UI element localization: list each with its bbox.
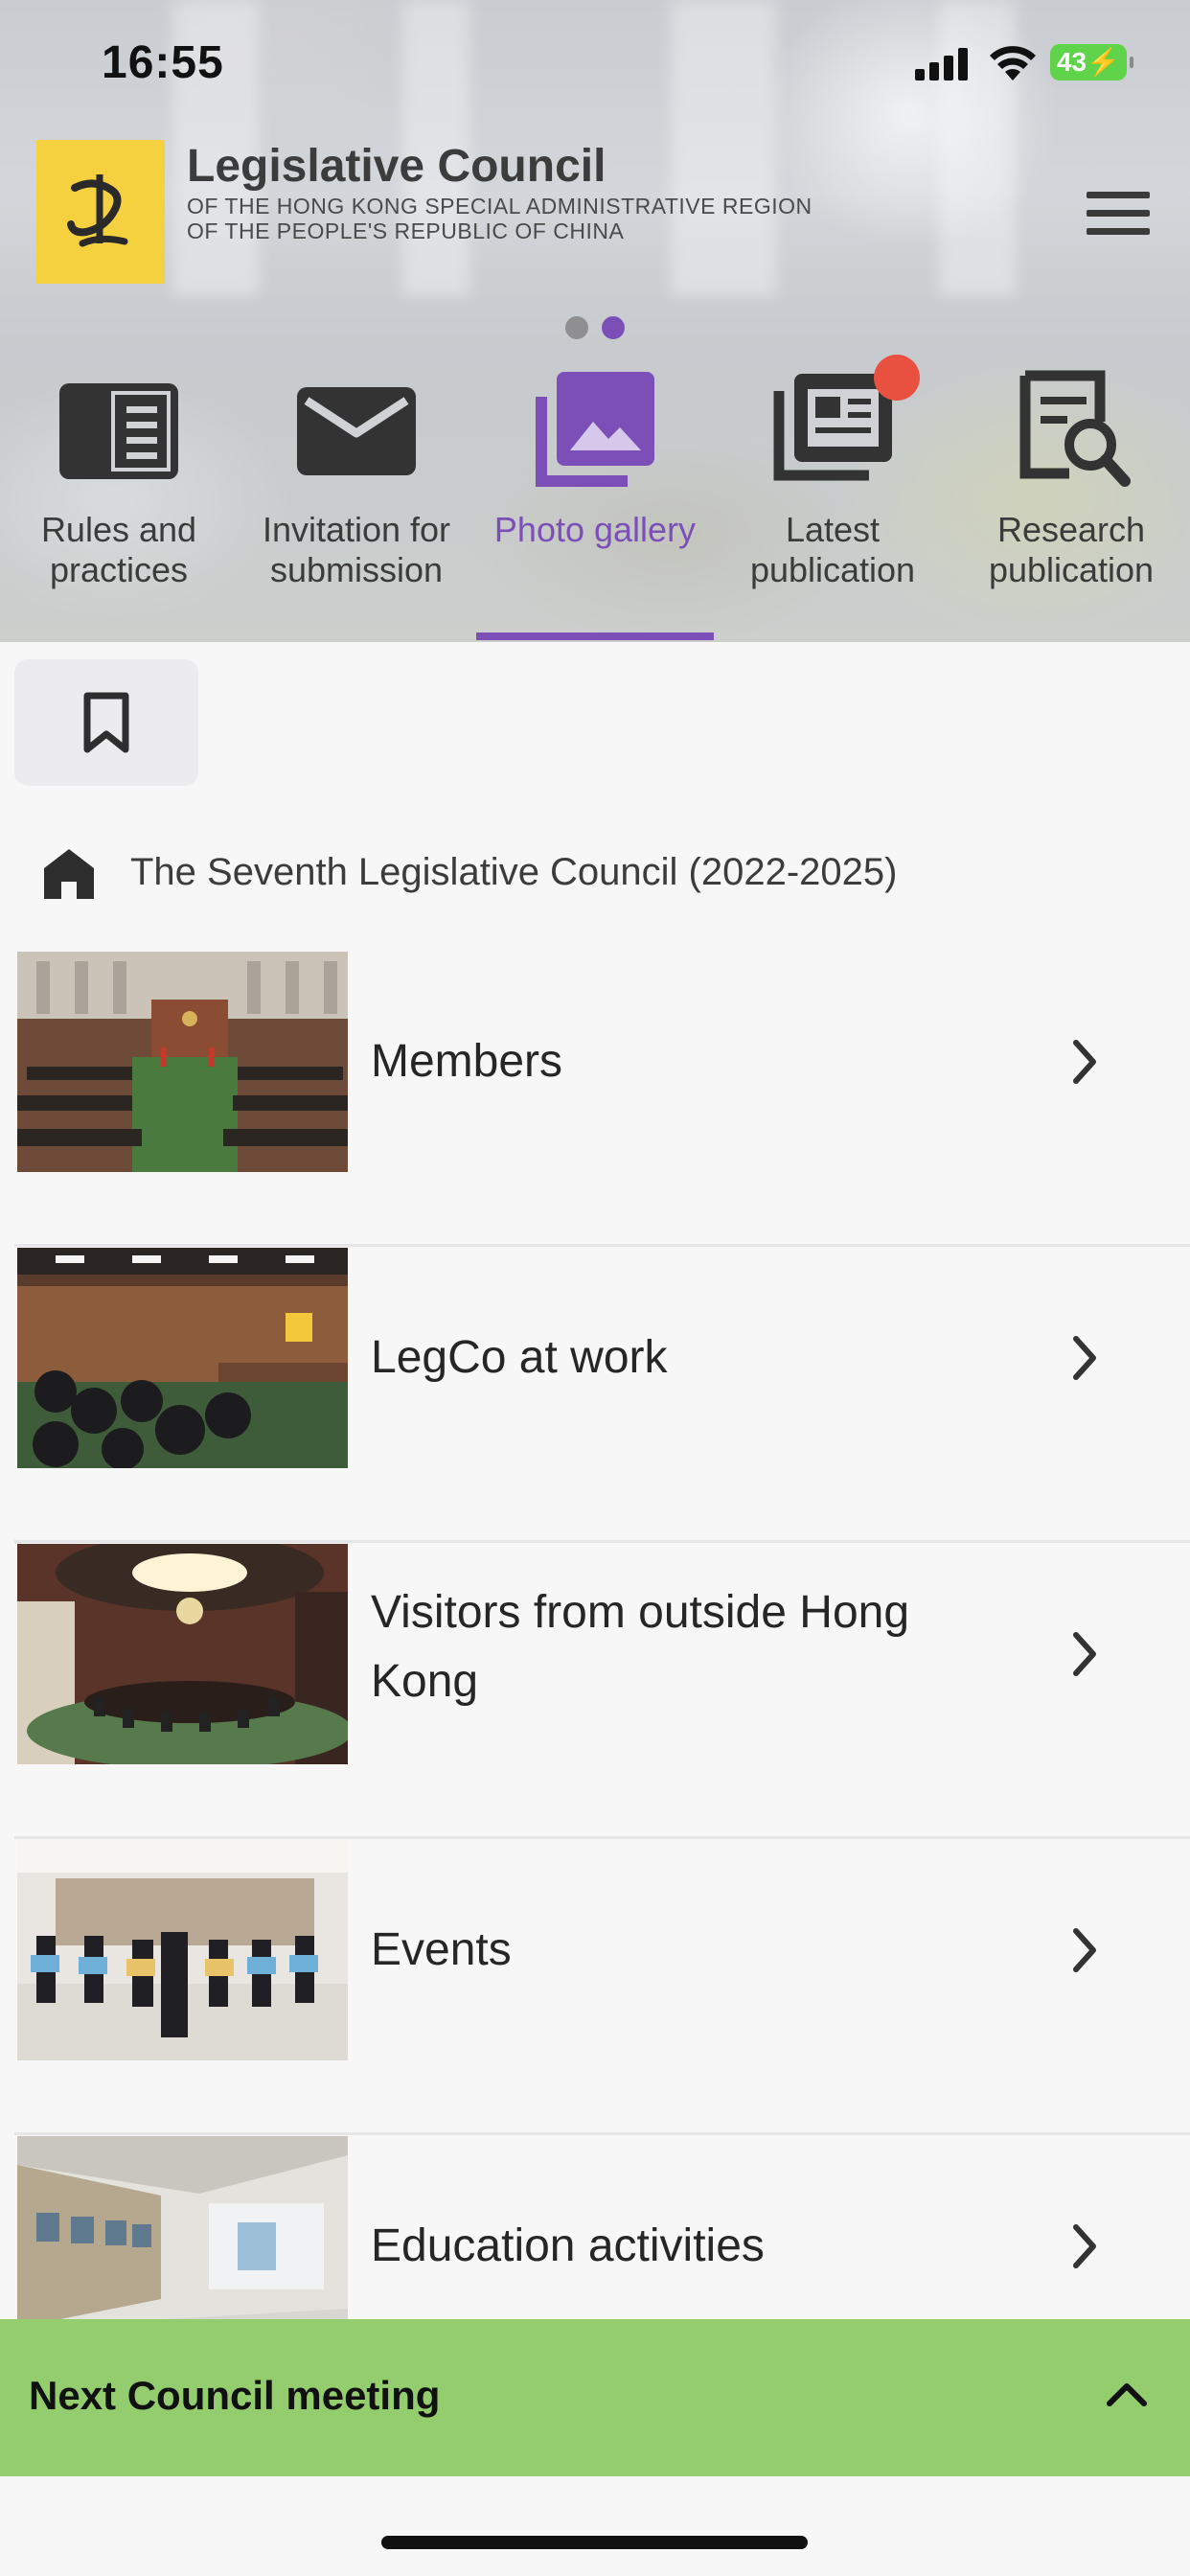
notification-badge	[874, 355, 920, 401]
tab-label: Research publication	[988, 510, 1155, 589]
list-item-label: Events	[371, 1924, 512, 1975]
list-item-legco-at-work[interactable]: LegCo at work	[14, 1248, 1190, 1543]
list-item-label: LegCo at work	[371, 1332, 668, 1383]
list-item-label: Visitors from outside Hong Kong	[371, 1587, 910, 1707]
tab-invitation-for-submission[interactable]: Invitation for submission	[238, 355, 475, 642]
list-item-events[interactable]: Events	[14, 1840, 1190, 2135]
bookmark-icon	[83, 692, 129, 753]
status-bar: 16:55 43⚡	[0, 0, 1190, 134]
status-time: 16:55	[102, 37, 224, 88]
battery-level: 43	[1056, 47, 1087, 77]
bookmark-button[interactable]	[14, 659, 198, 786]
events-thumbnail	[17, 1840, 348, 2060]
home-icon[interactable]	[42, 847, 96, 901]
breadcrumb-text: The Seventh Legislative Council (2022-20…	[130, 851, 898, 893]
tab-latest-publication[interactable]: Latest publication	[714, 355, 951, 642]
tab-photo-gallery[interactable]: Photo gallery	[476, 355, 714, 642]
battery-indicator: 43⚡	[1050, 44, 1133, 80]
visitors-thumbnail	[17, 1544, 348, 1764]
wifi-icon	[990, 46, 1036, 80]
list-item-visitors-from-outside-hong-kong[interactable]: Visitors from outside Hong Kong	[14, 1544, 1190, 1839]
list-item-label: Members	[371, 1036, 563, 1087]
list-item-label: Education activities	[371, 2220, 765, 2271]
page-title: Legislative Council	[187, 141, 606, 192]
home-indicator[interactable]	[381, 2536, 808, 2549]
chevron-right-icon	[1073, 1040, 1096, 1084]
legco-logo-mark	[36, 140, 165, 284]
book-icon	[59, 383, 178, 479]
chevron-up-icon[interactable]	[1102, 2375, 1152, 2413]
page-dot-1[interactable]	[565, 316, 588, 339]
tab-label: Rules and practices	[40, 510, 197, 589]
page-dot-2[interactable]	[602, 316, 625, 339]
page-indicator	[565, 316, 625, 339]
tab-label: Latest publication	[749, 510, 916, 589]
legco-logo[interactable]	[36, 140, 165, 284]
document-search-icon	[1019, 370, 1131, 487]
next-council-meeting-bar[interactable]: Next Council meeting	[0, 2319, 1190, 2476]
chevron-right-icon	[1073, 1336, 1096, 1380]
tab-rules-and-practices[interactable]: Rules and practices	[0, 355, 238, 642]
envelope-icon	[297, 387, 416, 475]
newspaper-icon	[773, 374, 892, 481]
subtitle-line-1: OF THE HONG KONG SPECIAL ADMINISTRATIVE …	[187, 194, 812, 218]
photo-gallery-icon	[536, 372, 654, 487]
legco-at-work-thumbnail	[17, 1248, 348, 1468]
chevron-right-icon	[1073, 2224, 1096, 2268]
chevron-right-icon	[1073, 1632, 1096, 1676]
subtitle-line-2: OF THE PEOPLE'S REPUBLIC OF CHINA	[187, 218, 625, 243]
hamburger-menu-icon[interactable]	[1087, 190, 1156, 238]
tab-research-publication[interactable]: Research publication	[952, 355, 1190, 642]
list-item-members[interactable]: Members	[14, 952, 1190, 1247]
active-tab-indicator	[476, 632, 714, 640]
tab-label: Invitation for submission	[262, 510, 451, 589]
chevron-right-icon	[1073, 1928, 1096, 1972]
cellular-signal-icon	[915, 48, 971, 80]
tab-label: Photo gallery	[493, 510, 697, 549]
next-meeting-label: Next Council meeting	[29, 2373, 441, 2418]
members-thumbnail	[17, 952, 348, 1172]
